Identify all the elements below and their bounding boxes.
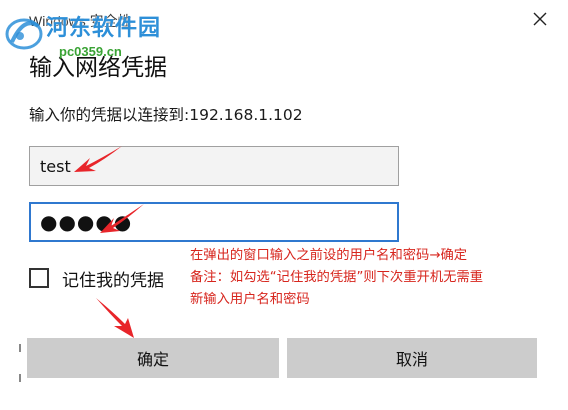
password-field[interactable] xyxy=(29,202,399,242)
arrow-to-password-icon xyxy=(100,204,144,233)
arrow-to-ok-button-icon xyxy=(96,298,134,338)
dialog-subtitle: 输入你的凭据以连接到:192.168.1.102 xyxy=(29,106,303,124)
ok-button[interactable]: 确定 xyxy=(27,338,279,378)
remember-label: 记住我的凭据 xyxy=(62,270,164,291)
annotation-line-2: 备注：如勾选“记住我的凭据”则下次重开机无需重 xyxy=(190,270,484,285)
watermark-url: pc0359.cn xyxy=(59,44,122,59)
edge-marks-icon xyxy=(19,344,21,382)
watermark: 河东软件园 pc0359.cn xyxy=(4,10,214,76)
watermark-logo-icon xyxy=(5,18,43,50)
ok-button-label: 确定 xyxy=(136,350,169,369)
annotation-line-3: 新输入用户名和密码 xyxy=(190,292,310,307)
close-icon xyxy=(533,12,547,26)
arrow-to-username-icon xyxy=(74,146,122,172)
watermark-name: 河东软件园 xyxy=(46,16,162,41)
remember-checkbox[interactable] xyxy=(29,268,49,288)
credentials-dialog: Windows 安全性 输入网络凭据 河东软件园 pc0359.cn 输入你的凭… xyxy=(0,0,568,410)
annotation-note: 在弹出的窗口输入之前设的用户名和密码→确定 备注：如勾选“记住我的凭据”则下次重… xyxy=(190,245,564,311)
remember-credentials-checkbox-row[interactable]: 记住我的凭据 xyxy=(29,264,164,292)
cancel-button-label: 取消 xyxy=(395,350,428,369)
cancel-button[interactable]: 取消 xyxy=(287,338,537,378)
annotation-line-1: 在弹出的窗口输入之前设的用户名和密码→确定 xyxy=(190,248,468,263)
close-button[interactable] xyxy=(520,2,560,36)
